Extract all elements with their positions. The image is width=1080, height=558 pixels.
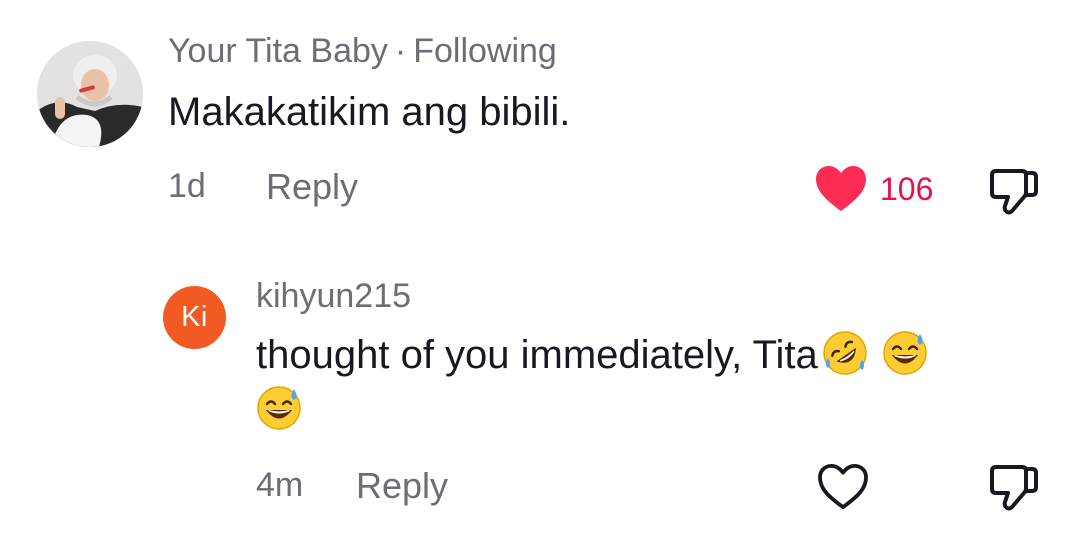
following-label: Following	[413, 32, 557, 70]
username[interactable]: Your Tita Baby	[168, 32, 388, 70]
reply-button[interactable]: Reply	[356, 465, 448, 507]
avatar[interactable]: Ki	[163, 286, 226, 349]
comment-header: Your Tita Baby · Following	[168, 32, 557, 71]
dislike-button[interactable]	[988, 463, 1040, 511]
comment-age: 4m	[256, 466, 304, 504]
dislike-button[interactable]	[988, 167, 1040, 215]
comment-text-content: thought of you immediately, Tita	[256, 333, 818, 377]
comment-age: 1d	[168, 167, 206, 205]
grinning-sweat-emoji	[883, 331, 927, 375]
grinning-sweat-emoji	[257, 386, 301, 430]
profile-photo	[37, 41, 143, 147]
thumbs-down-icon	[990, 465, 1038, 511]
like-count: 106	[880, 170, 934, 207]
reply-button[interactable]: Reply	[266, 166, 358, 208]
comment-text-continued	[256, 381, 302, 439]
like-button[interactable]: 106	[814, 164, 933, 214]
comment-text: Makakatikim ang bibili.	[168, 90, 571, 134]
comment-header: kihyun215	[256, 277, 411, 316]
rolling-on-floor-laughing-emoji	[823, 331, 867, 375]
thumbs-down-icon	[990, 169, 1038, 215]
heart-filled-icon	[816, 166, 866, 211]
like-button[interactable]	[817, 463, 869, 511]
comment-text: thought of you immediately, Tita	[256, 326, 928, 384]
username[interactable]: kihyun215	[256, 277, 411, 315]
separator: ·	[394, 32, 407, 70]
heart-outline-icon	[818, 463, 868, 510]
avatar[interactable]	[37, 41, 143, 147]
